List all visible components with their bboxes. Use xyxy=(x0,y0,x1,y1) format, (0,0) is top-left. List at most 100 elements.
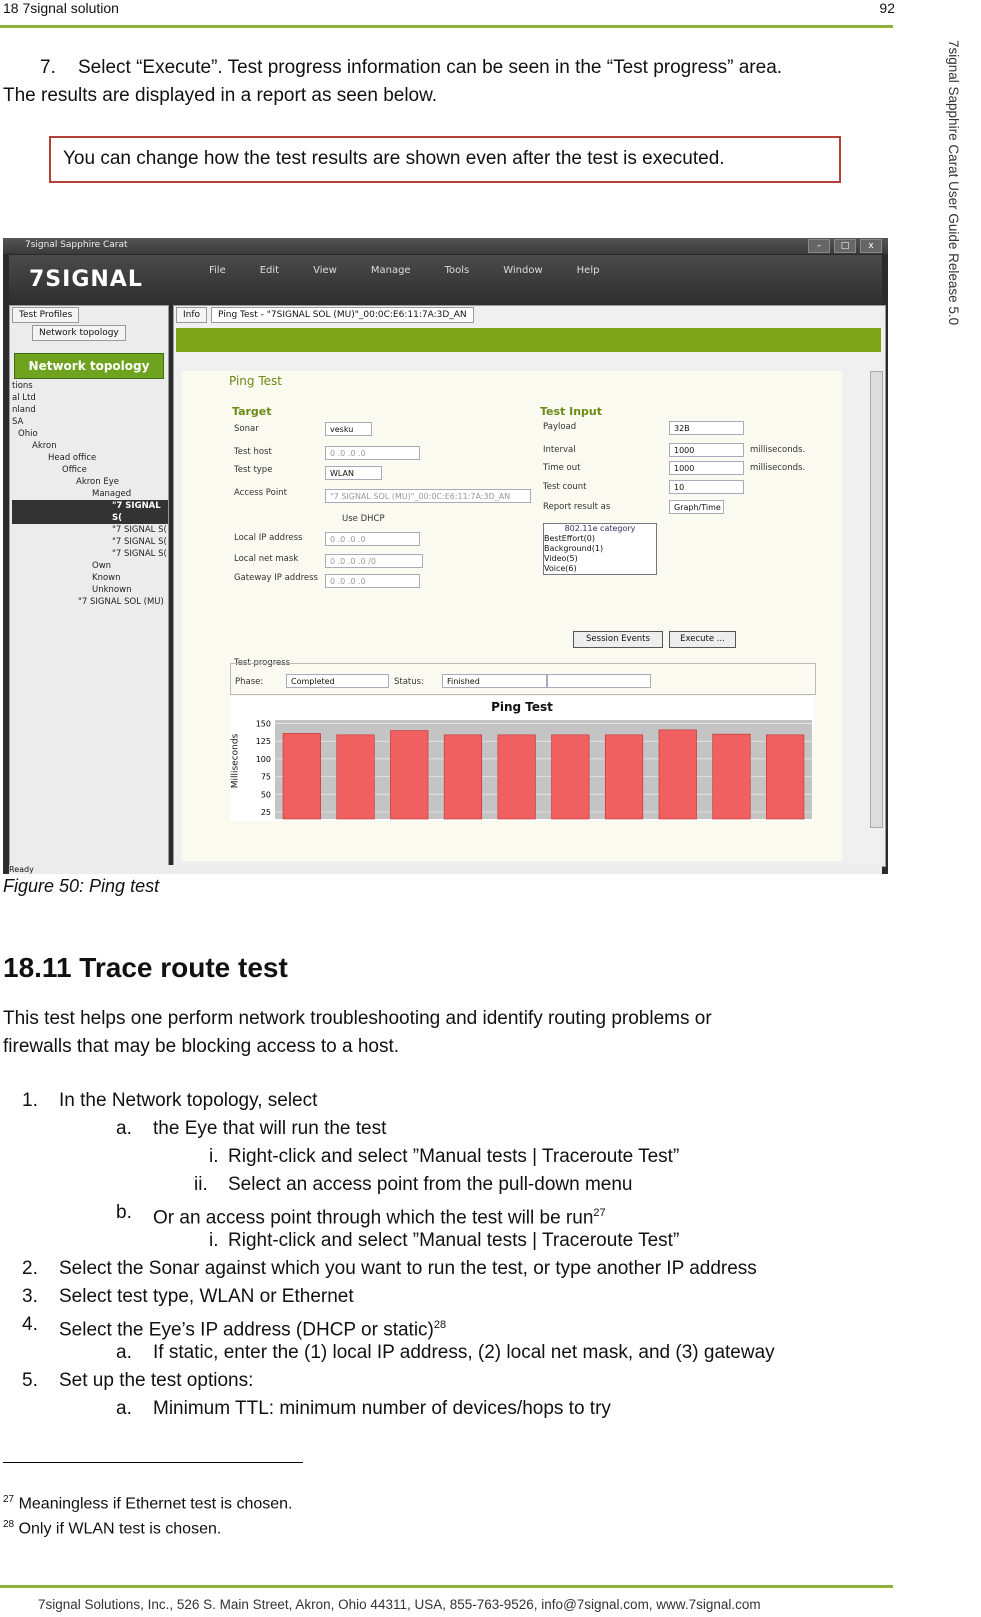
bar xyxy=(390,730,429,820)
footnote-num: 27 xyxy=(3,1494,15,1505)
menu-view[interactable]: View xyxy=(313,265,337,276)
tab-info[interactable]: Info xyxy=(176,307,208,323)
tree-item[interactable]: "7 SIGNAL SOL (MU) xyxy=(12,596,168,608)
list-item-1a: the Eye that will run the test xyxy=(153,1118,387,1139)
menu-help[interactable]: Help xyxy=(577,265,600,276)
list-roman: i. xyxy=(209,1230,219,1251)
left-pane: Test Profiles Network topology Network t… xyxy=(9,305,169,867)
tree-item[interactable]: "7 SIGNAL S( xyxy=(12,524,168,536)
category-background[interactable]: Background(1) xyxy=(544,544,656,554)
window-title: 7signal Sapphire Carat xyxy=(25,240,128,250)
list-item-1a-i: Right-click and select ”Manual tests | T… xyxy=(228,1146,680,1167)
list-number: 5. xyxy=(22,1370,38,1391)
session-events-button[interactable]: Session Events xyxy=(573,631,663,648)
count-label: Test count xyxy=(543,482,587,492)
tree-item[interactable]: al Ltd xyxy=(12,392,168,404)
bar xyxy=(443,734,483,820)
figure-caption: Figure 50: Ping test xyxy=(3,876,160,896)
menu-edit[interactable]: Edit xyxy=(260,265,279,276)
payload-select[interactable]: 32B xyxy=(669,421,744,435)
sonar-select[interactable]: vesku xyxy=(325,422,372,436)
menu-window[interactable]: Window xyxy=(503,265,542,276)
list-number: 3. xyxy=(22,1286,38,1307)
bar xyxy=(712,733,751,820)
footer-rule xyxy=(0,1585,893,1588)
y-tick-label: 125 xyxy=(256,737,271,746)
phase-label: Phase: xyxy=(235,677,264,687)
step-7-text-cont: The results are displayed in a report as… xyxy=(3,85,438,106)
ping-chart: Ping Test Milliseconds 150 125 100 75 50 25 xyxy=(230,696,814,821)
tree-item[interactable]: Unknown xyxy=(12,584,168,596)
report-select[interactable]: Graph/Time xyxy=(669,500,724,514)
test-input-title: Test Input xyxy=(540,405,603,418)
interval-field[interactable]: 1000 xyxy=(669,443,744,457)
target-title: Target xyxy=(232,405,272,418)
menu-file[interactable]: File xyxy=(209,265,226,276)
category-besteffort[interactable]: BestEffort(0) xyxy=(544,534,656,544)
tree-item[interactable]: Managed xyxy=(12,488,168,500)
minimize-icon[interactable]: – xyxy=(808,239,830,253)
network-topology-button[interactable]: Network topology xyxy=(14,353,164,379)
tree-item-selected[interactable]: "7 SIGNAL S( xyxy=(12,500,168,524)
tree-item[interactable]: Akron xyxy=(12,440,168,452)
timeout-field[interactable]: 1000 xyxy=(669,461,744,475)
sonar-label: Sonar xyxy=(234,424,259,434)
page-header: 18 7signal solution 92 xyxy=(0,0,895,18)
list-roman: i. xyxy=(209,1146,219,1167)
use-dhcp-checkbox[interactable]: Use DHCP xyxy=(342,514,385,524)
category-video[interactable]: Video(5) xyxy=(544,554,656,564)
gateway-field[interactable]: 0 .0 .0 .0 xyxy=(325,574,420,588)
tab-ping-test[interactable]: Ping Test - "7SIGNAL SOL (MU)"_00:0C:E6:… xyxy=(211,307,474,323)
menu-manage[interactable]: Manage xyxy=(371,265,411,276)
footnote-ref-28[interactable]: 28 xyxy=(434,1319,446,1331)
tree-item[interactable]: SA xyxy=(12,416,168,428)
footnote-27: 27 Meaningless if Ethernet test is chose… xyxy=(3,1494,293,1513)
tree-item[interactable]: tions xyxy=(12,380,168,392)
tree-item[interactable]: Office xyxy=(12,464,168,476)
tree-item[interactable]: Akron Eye xyxy=(12,476,168,488)
test-host-field[interactable]: 0 .0 .0 .0 xyxy=(325,446,420,460)
status-label: Status: xyxy=(394,677,424,687)
bar xyxy=(604,734,644,820)
green-header-bar xyxy=(176,328,881,352)
status-field: Finished xyxy=(442,674,547,688)
footnote-ref-27[interactable]: 27 xyxy=(593,1207,605,1219)
timeout-unit: milliseconds. xyxy=(750,463,806,473)
tree-item[interactable]: "7 SIGNAL S( xyxy=(12,536,168,548)
tree-item[interactable]: Ohio xyxy=(12,428,168,440)
list-letter: b. xyxy=(116,1202,132,1223)
timeout-label: Time out xyxy=(543,463,581,473)
page-footer: 7signal Solutions, Inc., 526 S. Main Str… xyxy=(38,1597,761,1612)
y-tick-label: 75 xyxy=(261,773,271,782)
tree-item[interactable]: Head office xyxy=(12,452,168,464)
tree-item[interactable]: "7 SIGNAL S( xyxy=(12,548,168,560)
y-tick-label: 50 xyxy=(261,790,271,799)
footnote-text: Only if WLAN test is chosen. xyxy=(18,1520,222,1538)
test-type-select[interactable]: WLAN xyxy=(325,466,382,480)
execute-button[interactable]: Execute ... xyxy=(669,631,736,648)
tree-item[interactable]: Own xyxy=(12,560,168,572)
maximize-icon[interactable]: □ xyxy=(834,239,856,253)
tab-network-topology[interactable]: Network topology xyxy=(32,325,126,341)
interval-unit: milliseconds. xyxy=(750,445,806,455)
local-ip-field[interactable]: 0 .0 .0 .0 xyxy=(325,532,420,546)
footnote-28: 28 Only if WLAN test is chosen. xyxy=(3,1519,221,1538)
menu-tools[interactable]: Tools xyxy=(445,265,470,276)
bar xyxy=(336,734,375,820)
list-item-1b-i: Right-click and select ”Manual tests | T… xyxy=(228,1230,680,1251)
intro-text-cont: firewalls that may be blocking access to… xyxy=(3,1036,400,1057)
tree-item[interactable]: nland xyxy=(12,404,168,416)
list-item-5a: Minimum TTL: minimum number of devices/h… xyxy=(153,1398,611,1419)
bar xyxy=(766,734,805,820)
vertical-scrollbar[interactable] xyxy=(870,371,883,828)
category-voice[interactable]: Voice(6) xyxy=(544,564,656,574)
local-mask-field[interactable]: 0 .0 .0 .0 /0 xyxy=(325,554,423,568)
step-7-number: 7. xyxy=(40,57,56,78)
tab-test-profiles[interactable]: Test Profiles xyxy=(12,307,80,323)
close-icon[interactable]: x xyxy=(860,239,882,253)
status-bar: Ready xyxy=(9,865,882,874)
access-point-select[interactable]: "7 SIGNAL SOL (MU)"_00:0C:E6:11:7A:3D_AN xyxy=(325,489,531,503)
tree-item[interactable]: Known xyxy=(12,572,168,584)
list-item-1b-text: Or an access point through which the tes… xyxy=(153,1207,594,1229)
count-field[interactable]: 10 xyxy=(669,480,744,494)
